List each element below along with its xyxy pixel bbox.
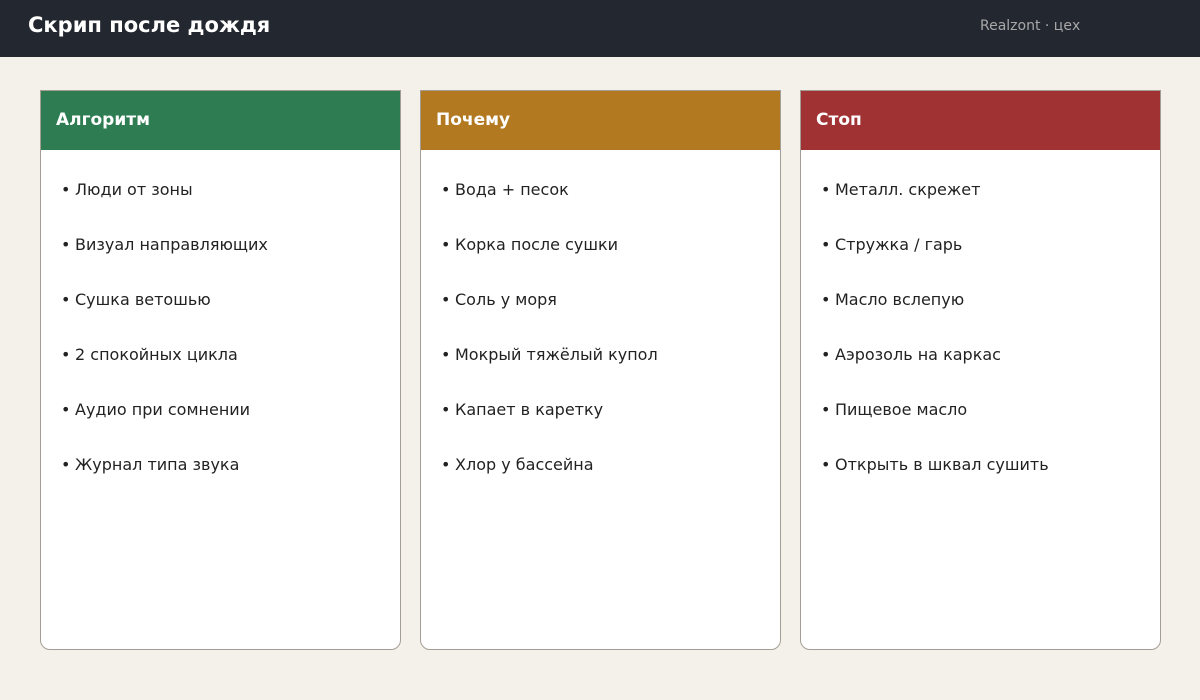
card-title: Стоп	[816, 110, 862, 130]
card-title: Алгоритм	[56, 110, 150, 130]
bullet-icon: •	[821, 455, 831, 474]
list-item: • Металл. скрежет	[821, 180, 981, 199]
card-stop: Стоп • Металл. скрежет • Стружка / гарь • М…	[800, 90, 1161, 650]
bullet-icon: •	[821, 400, 831, 419]
list-item: • Стружка / гарь	[821, 235, 963, 254]
list-item: • Капает в каретку	[441, 400, 604, 419]
list-item: • Корка после сушки	[441, 235, 619, 254]
bullet-icon: •	[441, 235, 451, 254]
page-subtitle: Realzont · цех	[980, 18, 1081, 34]
list-item: • Открыть в шквал сушить	[821, 455, 1049, 474]
bullet-icon: •	[441, 180, 451, 199]
list-item: • Хлор у бассейна	[441, 455, 594, 474]
list-item: • Соль у моря	[441, 290, 557, 309]
list-item: • Люди от зоны	[61, 180, 193, 199]
card-title: Почему	[436, 110, 511, 130]
list-item: • 2 спокойных цикла	[61, 345, 238, 364]
bullet-icon: •	[821, 235, 831, 254]
card-header-why: Почему	[421, 91, 780, 150]
list-item: • Сушка ветошью	[61, 290, 211, 309]
bullet-icon: •	[61, 180, 71, 199]
card-header-algorithm: Алгоритм	[41, 91, 400, 150]
bullet-icon: •	[61, 400, 71, 419]
list-item: • Аэрозоль на каркас	[821, 345, 1001, 364]
card-algorithm: Алгоритм • Люди от зоны • Визуал направляю…	[40, 90, 401, 650]
bullet-icon: •	[61, 235, 71, 254]
list-item: • Вода + песок	[441, 180, 569, 199]
bullet-icon: •	[61, 455, 71, 474]
list-item: • Масло вслепую	[821, 290, 965, 309]
bullet-icon: •	[441, 345, 451, 364]
bullet-icon: •	[821, 345, 831, 364]
list-item: • Визуал направляющих	[61, 235, 268, 254]
list-item: • Пищевое масло	[821, 400, 968, 419]
bullet-icon: •	[441, 290, 451, 309]
list-item: • Аудио при сомнении	[61, 400, 251, 419]
page-title: Скрип после дождя	[28, 13, 271, 37]
card-header-stop: Стоп	[801, 91, 1160, 150]
bullet-icon: •	[61, 345, 71, 364]
bullet-icon: •	[441, 400, 451, 419]
bullet-icon: •	[441, 455, 451, 474]
bullet-icon: •	[61, 290, 71, 309]
list-item: • Журнал типа звука	[61, 455, 240, 474]
card-why: Почему • Вода + песок • Корка после сушки …	[420, 90, 781, 650]
top-bar: Скрип после дождя Realzont · цех	[0, 0, 1200, 57]
bullet-icon: •	[821, 180, 831, 199]
list-item: • Мокрый тяжёлый купол	[441, 345, 658, 364]
bullet-icon: •	[821, 290, 831, 309]
